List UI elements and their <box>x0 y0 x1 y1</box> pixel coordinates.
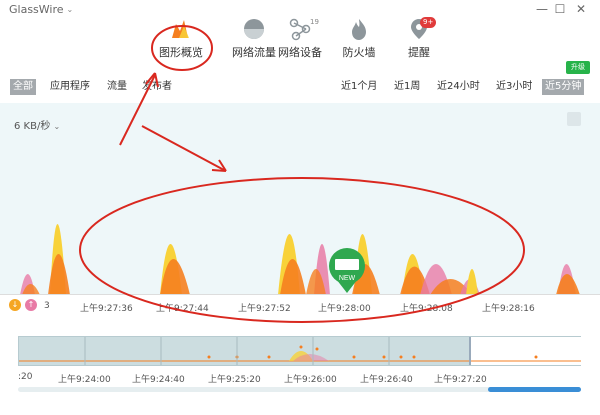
filter-publishers[interactable]: 发布者 <box>139 79 175 95</box>
time-label: 上午9:27:36 <box>80 304 133 314</box>
scrollbar-thumb[interactable] <box>488 387 581 392</box>
fire-icon <box>352 19 366 40</box>
overview-time-label: 上午9:26:40 <box>360 375 413 385</box>
overview-scrollbar[interactable] <box>18 387 581 392</box>
time-axis: ↓ ↑ 3 上午9:27:36 上午9:27:44 上午9:27:52 上午9:… <box>0 294 600 316</box>
filter-traffic[interactable]: 流量 <box>104 79 130 95</box>
time-label: 上午9:27:44 <box>156 304 209 314</box>
pie-icon <box>244 19 264 39</box>
graph-count: 3 <box>44 301 50 311</box>
overview-time-label: 上午9:24:00 <box>58 375 111 385</box>
range-1-week[interactable]: 近1周 <box>391 79 423 95</box>
filter-apps[interactable]: 应用程序 <box>47 79 93 95</box>
app-filter-icon[interactable]: ↑ <box>25 299 37 311</box>
time-label: 上午9:27:52 <box>238 304 291 314</box>
main-nav: 图形概览 网络流量 网络设备 19 防火墙 提醒 9+ 升级 <box>0 16 600 74</box>
overview-timeline[interactable] <box>18 336 581 366</box>
upgrade-button[interactable]: 升级 <box>566 61 590 74</box>
overview-selection[interactable] <box>469 337 581 365</box>
range-5-minutes[interactable]: 近5分钟 <box>542 79 585 95</box>
selection-peaks <box>471 355 581 362</box>
tab-alerts-label: 提醒 <box>408 46 430 59</box>
time-label: 上午9:28:16 <box>482 304 535 314</box>
peak-4 <box>48 254 70 295</box>
minimize-button[interactable]: — <box>533 2 551 16</box>
tab-graph[interactable]: 图形概览 <box>146 16 216 60</box>
overview-time-label: 上午9:26:00 <box>284 375 337 385</box>
devices-count-badge: 19 <box>310 18 319 26</box>
overview-time-label: 上午9:27:20 <box>434 375 487 385</box>
filter-bar: 全部 应用程序 流量 发布者 近1个月 近1周 近24小时 近3小时 近5分钟 <box>0 74 600 100</box>
new-badge: NEW <box>339 275 356 282</box>
chevron-down-icon: ⌄ <box>66 5 74 14</box>
overview-time-label: 上午9:25:20 <box>208 375 261 385</box>
overview-time-label: 上午9:24:40 <box>132 375 185 385</box>
close-button[interactable]: ✕ <box>572 2 590 16</box>
graph-icon <box>172 20 189 38</box>
filter-all[interactable]: 全部 <box>10 79 36 95</box>
time-label: 上午9:28:00 <box>318 304 371 314</box>
time-label: 上午9:28:08 <box>400 304 453 314</box>
tab-graph-label: 图形概览 <box>159 46 203 59</box>
app-name: GlassWire <box>9 3 64 16</box>
peak-18 <box>466 269 478 295</box>
peak-20 <box>556 274 580 295</box>
flag-icon[interactable]: ↓ <box>9 299 21 311</box>
range-3-hours[interactable]: 近3小时 <box>493 79 535 95</box>
range-1-month[interactable]: 近1个月 <box>338 79 380 95</box>
app-menu[interactable]: GlassWire ⌄ <box>9 3 73 16</box>
range-24-hours[interactable]: 近24小时 <box>434 79 483 95</box>
traffic-peaks: NEW <box>20 224 580 295</box>
maximize-button[interactable]: ☐ <box>551 2 569 16</box>
alerts-count-badge: 9+ <box>420 17 437 28</box>
tab-alerts[interactable]: 提醒 <box>384 16 454 60</box>
overview-time-label: :20 <box>18 372 33 382</box>
traffic-graph[interactable]: 6 KB/秒 ⌄ NEW <box>0 103 600 315</box>
